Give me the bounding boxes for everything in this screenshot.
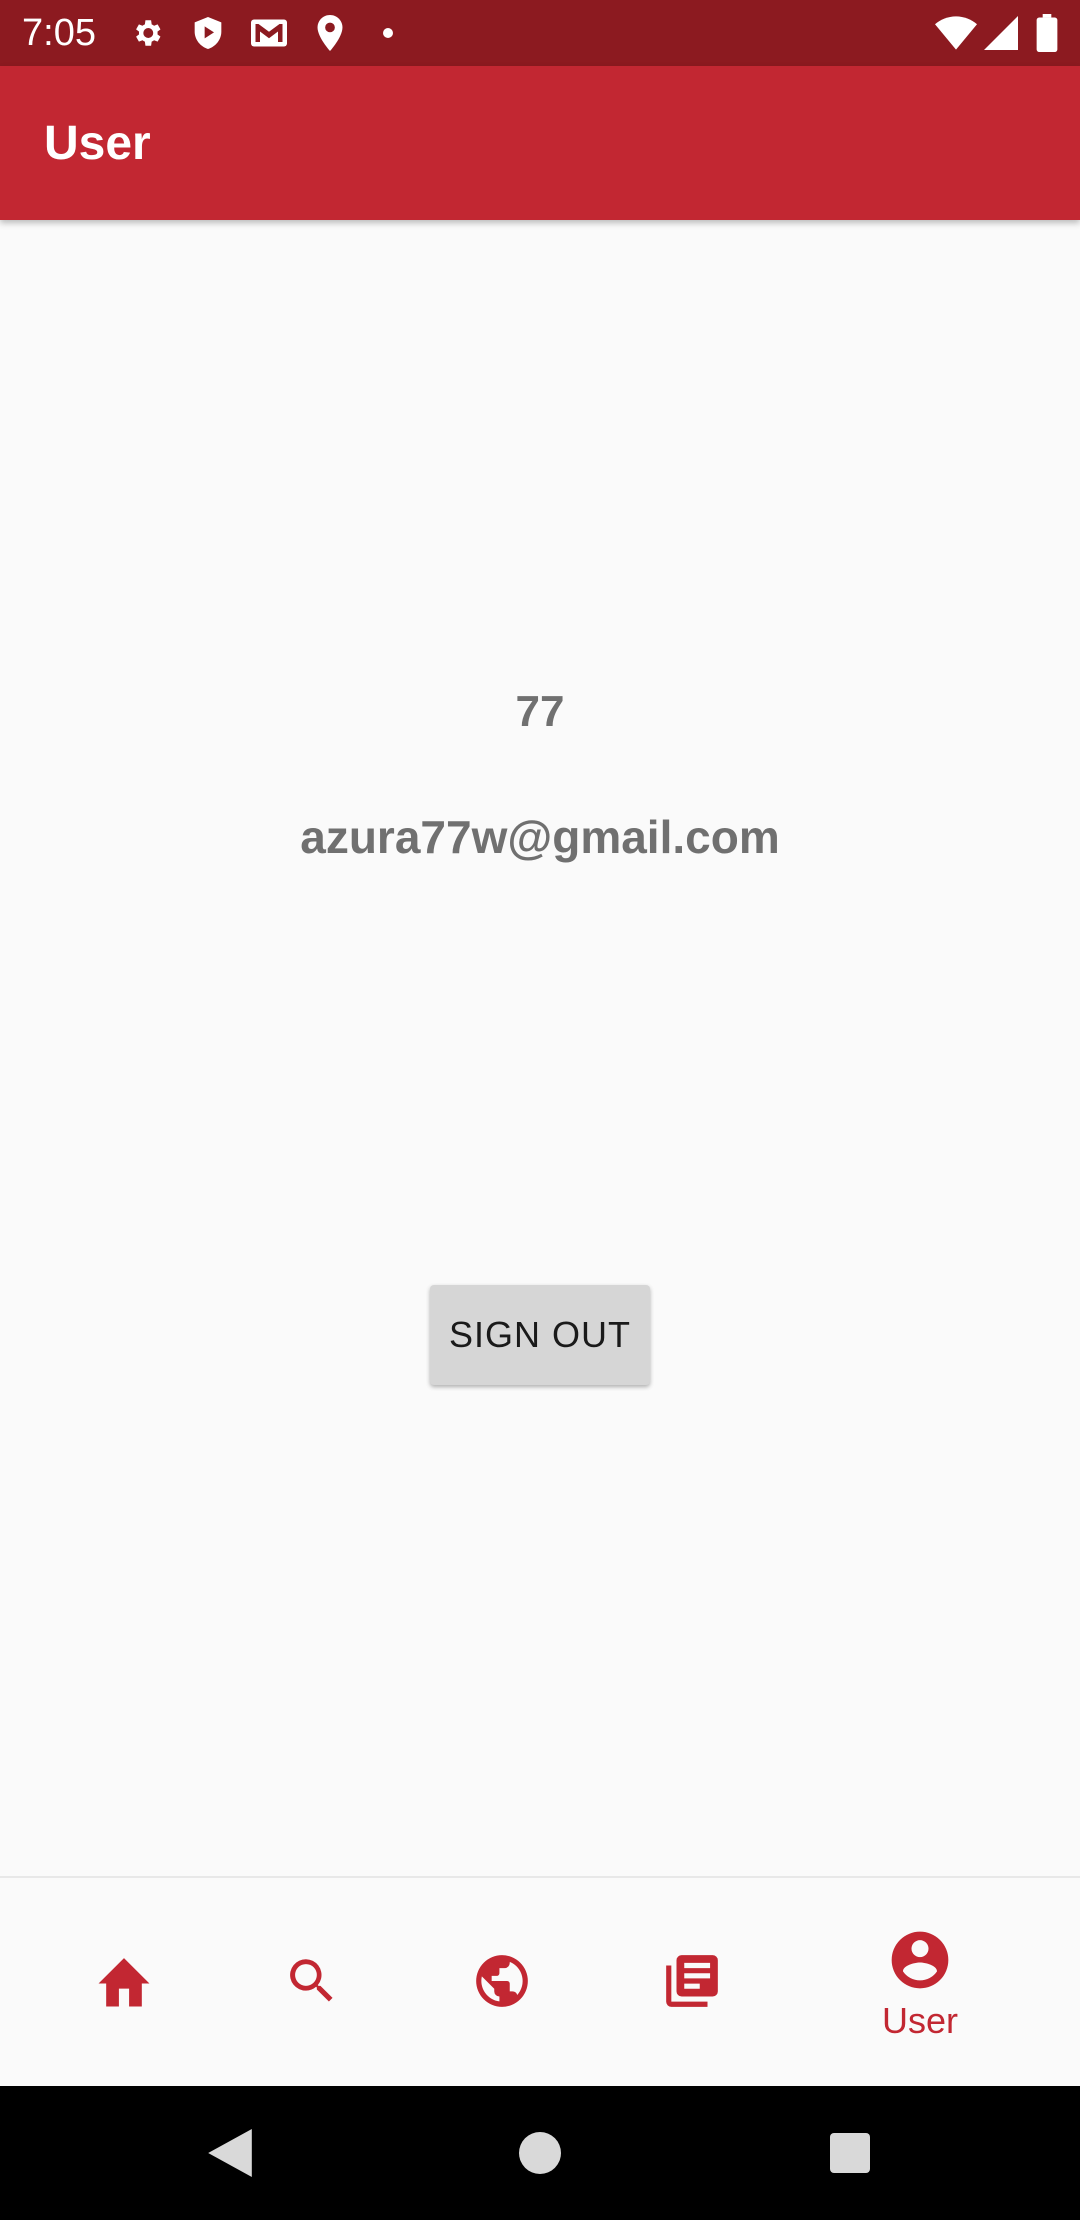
battery-icon <box>1032 14 1062 52</box>
shield-play-icon <box>189 14 227 52</box>
back-icon[interactable] <box>190 2086 270 2220</box>
location-icon <box>313 14 347 52</box>
news-icon <box>661 1950 723 2017</box>
account-icon <box>886 1926 954 1999</box>
user-email: azura77w@gmail.com <box>300 811 780 863</box>
status-time: 7:05 <box>22 12 96 54</box>
sign-out-button[interactable]: SIGN OUT <box>430 1285 650 1385</box>
signal-icon <box>982 14 1020 52</box>
notification-dot-icon <box>380 14 396 52</box>
globe-icon <box>471 1950 533 2017</box>
nav-item-search[interactable] <box>242 1878 382 2088</box>
page-title: User <box>44 117 151 170</box>
bottom-navigation: User <box>0 1876 1080 2088</box>
nav-item-news[interactable] <box>622 1878 762 2088</box>
nav-item-home[interactable] <box>54 1878 194 2088</box>
user-name: 77 <box>515 687 565 736</box>
gear-icon <box>128 14 166 52</box>
gmail-icon <box>249 14 289 52</box>
home-icon <box>93 1953 155 2014</box>
search-icon <box>283 1952 341 2015</box>
recents-square-icon[interactable] <box>810 2086 890 2220</box>
home-circle-icon[interactable] <box>500 2086 580 2220</box>
status-bar: 7:05 <box>0 0 1080 66</box>
system-navigation-bar <box>0 2086 1080 2220</box>
nav-item-user-label: User <box>881 1999 958 2041</box>
wifi-icon <box>934 14 978 52</box>
app-bar: User <box>0 66 1080 220</box>
nav-item-user[interactable]: User <box>850 1878 990 2088</box>
profile-content: 77 azura77w@gmail.com SIGN OUT <box>0 220 1080 1876</box>
nav-item-globe[interactable] <box>432 1878 572 2088</box>
